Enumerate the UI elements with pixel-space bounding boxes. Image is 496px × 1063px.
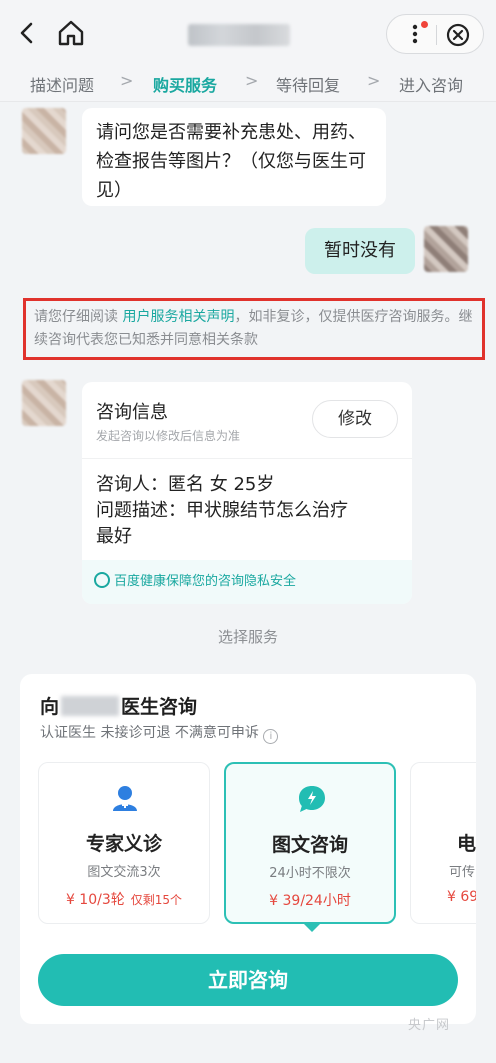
title-suffix: 医生咨询 xyxy=(121,696,198,718)
option-desc: 24小时不限次 xyxy=(269,866,351,881)
consult-info-title: 咨询信息 xyxy=(96,402,168,423)
chat-bubble-icon xyxy=(297,784,327,814)
service-statement-link[interactable]: 用户服务相关声明 xyxy=(122,309,234,325)
doctor-name-blurred xyxy=(61,696,120,716)
chevron-left-icon[interactable] xyxy=(14,16,40,50)
option-name: 图文咨询 xyxy=(271,834,348,856)
option-desc: 可传 xyxy=(449,865,476,880)
doctor-avatar xyxy=(22,108,66,154)
service-notice: 请您仔细阅读 用户服务相关声明，如非复诊，仅提供医疗咨询服务。继续咨询代表您已知… xyxy=(23,298,485,360)
problem-line-cont: 最好 xyxy=(96,526,132,547)
option-name: 电 xyxy=(457,833,476,855)
top-bar xyxy=(0,0,496,66)
capsule-divider xyxy=(436,25,437,45)
notification-dot xyxy=(421,21,428,28)
consult-now-button[interactable]: 立即咨询 xyxy=(38,954,458,1006)
doctor-avatar xyxy=(22,380,66,426)
info-icon[interactable]: i xyxy=(263,729,279,744)
remaining-count: 仅剩15个 xyxy=(130,893,183,907)
privacy-text: 百度健康保障您的咨询隐私安全 xyxy=(114,574,297,589)
option-desc: 图文交流3次 xyxy=(87,865,161,880)
progress-steps: 描述问题 > 购买服务 > 等待回复 > 进入咨询 xyxy=(0,66,496,102)
option-text-consult[interactable]: 图文咨询 24小时不限次 ¥ 39/24小时 xyxy=(224,762,396,924)
option-phone-consult[interactable]: 电 可传 ¥ 69 xyxy=(410,762,476,924)
option-expert-free-clinic[interactable]: 专家义诊 图文交流3次 ¥ 10/3轮 仅剩15个 xyxy=(38,762,210,924)
option-price: ¥ 10/3轮 仅剩15个 xyxy=(39,889,209,909)
step-describe: 描述问题 xyxy=(30,76,95,95)
consultant-line: 咨询人：匿名 女 25岁 xyxy=(96,474,275,495)
home-icon[interactable] xyxy=(56,18,86,48)
service-panel-title: 向 医生咨询 xyxy=(40,692,197,719)
user-reply-bubble: 暂时没有 xyxy=(305,228,415,274)
consult-info-card: 咨询信息 发起咨询以修改后信息为准 修改 咨询人：匿名 女 25岁 问题描述：甲… xyxy=(82,382,412,604)
guarantee-text: 认证医生 未接诊可退 不满意可申诉 xyxy=(40,725,259,741)
step-buy-service: 购买服务 xyxy=(153,76,218,95)
option-price: ¥ 69 xyxy=(447,889,476,905)
service-panel: 向 医生咨询 认证医生 未接诊可退 不满意可申诉 i 专家义诊 图文交流3次 ¥ … xyxy=(20,674,476,1024)
select-service-label: 选择服务 xyxy=(217,628,278,646)
user-avatar xyxy=(424,226,468,272)
page-title-blurred xyxy=(188,24,290,46)
doctor-icon xyxy=(110,783,140,813)
service-guarantees: 认证医生 未接诊可退 不满意可申诉 i xyxy=(40,722,279,744)
watermark: 央广网 xyxy=(408,1018,451,1033)
selected-caret xyxy=(304,924,320,932)
question-bubble: 请问您是否需要补充患处、用药、检查报告等图片？（仅您与医生可见） xyxy=(82,108,386,206)
step-enter-consult: 进入咨询 xyxy=(399,76,464,95)
privacy-note: 百度健康保障您的咨询隐私安全 xyxy=(82,560,412,604)
shield-icon xyxy=(94,572,110,588)
notice-prefix: 请您仔细阅读 xyxy=(34,309,123,325)
problem-line: 问题描述：甲状腺结节怎么治疗 xyxy=(96,500,348,521)
option-price: ¥ 39/24小时 xyxy=(269,893,351,909)
divider xyxy=(82,458,412,459)
price-value: ¥ 10/3轮 xyxy=(65,892,125,908)
option-name: 专家义诊 xyxy=(85,833,162,855)
chevron-right-icon: > xyxy=(245,71,259,90)
chevron-right-icon: > xyxy=(367,71,381,90)
step-wait-reply: 等待回复 xyxy=(276,76,341,95)
close-circle-icon[interactable] xyxy=(445,22,471,48)
edit-button[interactable]: 修改 xyxy=(312,400,398,438)
mini-program-capsule xyxy=(386,14,484,54)
title-prefix: 向 xyxy=(40,696,60,718)
chevron-right-icon: > xyxy=(120,71,134,90)
consult-info-subtitle: 发起咨询以修改后信息为准 xyxy=(96,429,241,443)
